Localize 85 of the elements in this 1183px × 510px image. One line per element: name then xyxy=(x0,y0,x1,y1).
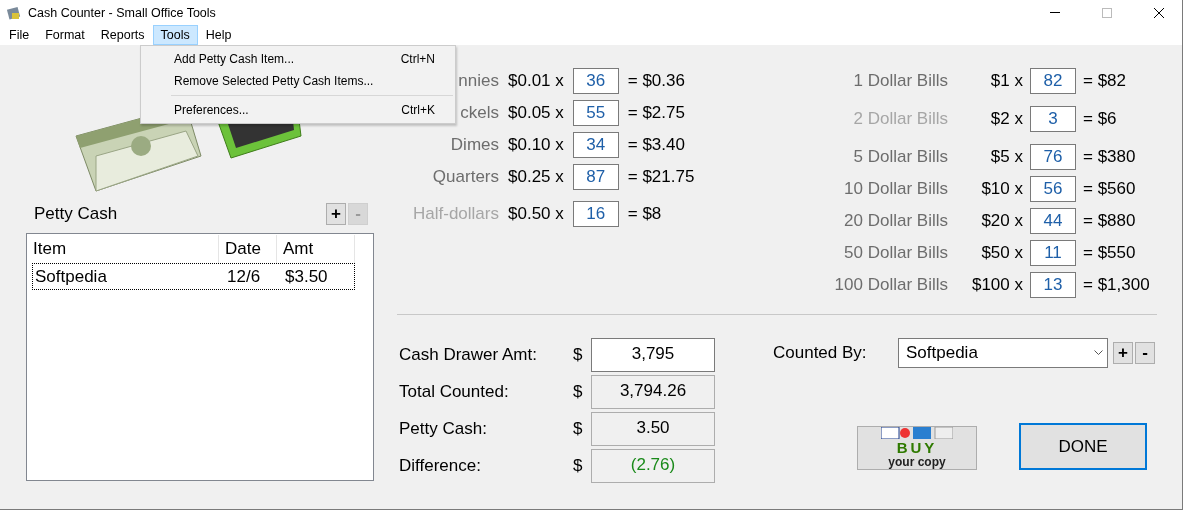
bill-total: = $550 xyxy=(1083,242,1137,264)
amount-field[interactable]: 3,795 xyxy=(591,338,715,372)
count-field[interactable]: 82 xyxy=(1030,68,1076,94)
bill-total: = $880 xyxy=(1083,210,1137,232)
menu-item[interactable]: File xyxy=(1,25,38,45)
bill-total: = $380 xyxy=(1083,146,1137,168)
bill-total: = $560 xyxy=(1083,178,1137,200)
bill-label: 50 Dollar Bills xyxy=(843,242,948,264)
coin-total: = $3.40 xyxy=(627,134,686,156)
card-logos-icon xyxy=(881,427,953,439)
bill-label: 100 Dollar Bills xyxy=(833,274,948,296)
count-field[interactable]: 55 xyxy=(572,100,619,126)
menu-item[interactable]: Tools xyxy=(152,25,198,45)
coin-value: $0.05 x xyxy=(508,102,564,124)
buy-button[interactable]: BUY your copy xyxy=(857,426,977,470)
bill-label: 20 Dollar Bills xyxy=(843,210,948,232)
coin-label: Dimes xyxy=(450,134,499,156)
coin-label: Half-dollars xyxy=(413,203,499,225)
coin-total: = $2.75 xyxy=(627,102,686,124)
menu-entry[interactable]: Preferences... Ctrl+K xyxy=(141,99,455,121)
coin-value: $0.25 x xyxy=(508,166,564,188)
coin-value: $0.10 x xyxy=(508,134,564,156)
coin-label: nnies xyxy=(458,70,499,92)
count-field[interactable]: 36 xyxy=(572,68,619,94)
bill-value: $5 x xyxy=(989,146,1023,168)
menu-entry[interactable]: Add Petty Cash Item... Ctrl+N xyxy=(141,48,455,70)
currency-sign: $ xyxy=(573,418,584,440)
currency-sign: $ xyxy=(573,455,584,477)
bill-value: $50 x xyxy=(980,242,1023,264)
coin-label: Quarters xyxy=(432,166,499,188)
counted-by-label: Counted By: xyxy=(773,343,868,363)
bill-value: $10 x xyxy=(980,178,1023,200)
summary-label: Cash Drawer Amt: xyxy=(399,344,538,366)
count-field[interactable]: 13 xyxy=(1030,272,1076,298)
coin-value: $0.50 x xyxy=(508,203,564,225)
app-icon xyxy=(6,4,22,21)
count-field[interactable]: 11 xyxy=(1030,240,1076,266)
bill-total: = $6 xyxy=(1083,108,1118,130)
maximize-icon[interactable] xyxy=(1102,7,1112,18)
done-button[interactable]: DONE xyxy=(1019,423,1147,470)
summary-label: Difference: xyxy=(399,455,482,477)
bill-total: = $82 xyxy=(1083,70,1127,92)
chevron-down-icon xyxy=(1094,350,1103,356)
bill-value: $2 x xyxy=(989,108,1023,130)
list-row[interactable]: Softpedia 12/6 $3.50 xyxy=(32,263,355,290)
bill-label: 5 Dollar Bills xyxy=(852,146,948,168)
window-title: Cash Counter - Small Office Tools xyxy=(28,5,217,20)
bill-value: $1 x xyxy=(989,70,1023,92)
column-header[interactable]: Amt xyxy=(277,235,355,263)
amount-display: 3,794.26 xyxy=(591,375,715,409)
bill-label: 1 Dollar Bills xyxy=(852,70,948,92)
bill-label: 2 Dollar Bills xyxy=(852,108,948,130)
menu-item[interactable]: Help xyxy=(197,25,240,45)
count-field[interactable]: 44 xyxy=(1030,208,1076,234)
summary-label: Total Counted: xyxy=(399,381,510,403)
column-header[interactable]: Item xyxy=(27,235,219,263)
close-icon[interactable] xyxy=(1154,7,1164,18)
column-header[interactable]: Date xyxy=(219,235,277,263)
count-field[interactable]: 87 xyxy=(572,164,619,190)
remove-button[interactable]: - xyxy=(1135,342,1155,364)
bill-label: 10 Dollar Bills xyxy=(843,178,948,200)
coin-total: = $0.36 xyxy=(627,70,686,92)
amount-display: (2.76) xyxy=(591,449,715,483)
amount-display: 3.50 xyxy=(591,412,715,446)
bill-value: $20 x xyxy=(980,210,1023,232)
coin-value: $0.01 x xyxy=(508,70,564,92)
add-button[interactable]: + xyxy=(1113,342,1133,364)
coin-label: ckels xyxy=(460,102,499,124)
coin-total: = $8 xyxy=(627,203,663,225)
currency-sign: $ xyxy=(573,344,584,366)
coin-total: = $21.75 xyxy=(627,166,695,188)
menu-item[interactable]: Format xyxy=(37,25,93,45)
count-field[interactable]: 34 xyxy=(572,132,619,158)
counted-by-dropdown[interactable]: Softpedia xyxy=(898,338,1108,368)
minimize-icon[interactable] xyxy=(1050,12,1060,13)
menu-item[interactable]: Reports xyxy=(92,25,153,45)
menu-entry[interactable]: Remove Selected Petty Cash Items... xyxy=(141,70,455,92)
count-field[interactable]: 76 xyxy=(1030,144,1076,170)
bill-value: $100 x xyxy=(970,274,1023,296)
count-field[interactable]: 56 xyxy=(1030,176,1076,202)
bill-total: = $1,300 xyxy=(1083,274,1150,296)
add-button[interactable]: + xyxy=(326,203,346,225)
summary-label: Petty Cash: xyxy=(399,418,488,440)
section-title: Petty Cash xyxy=(34,204,118,224)
currency-sign: $ xyxy=(573,381,584,403)
